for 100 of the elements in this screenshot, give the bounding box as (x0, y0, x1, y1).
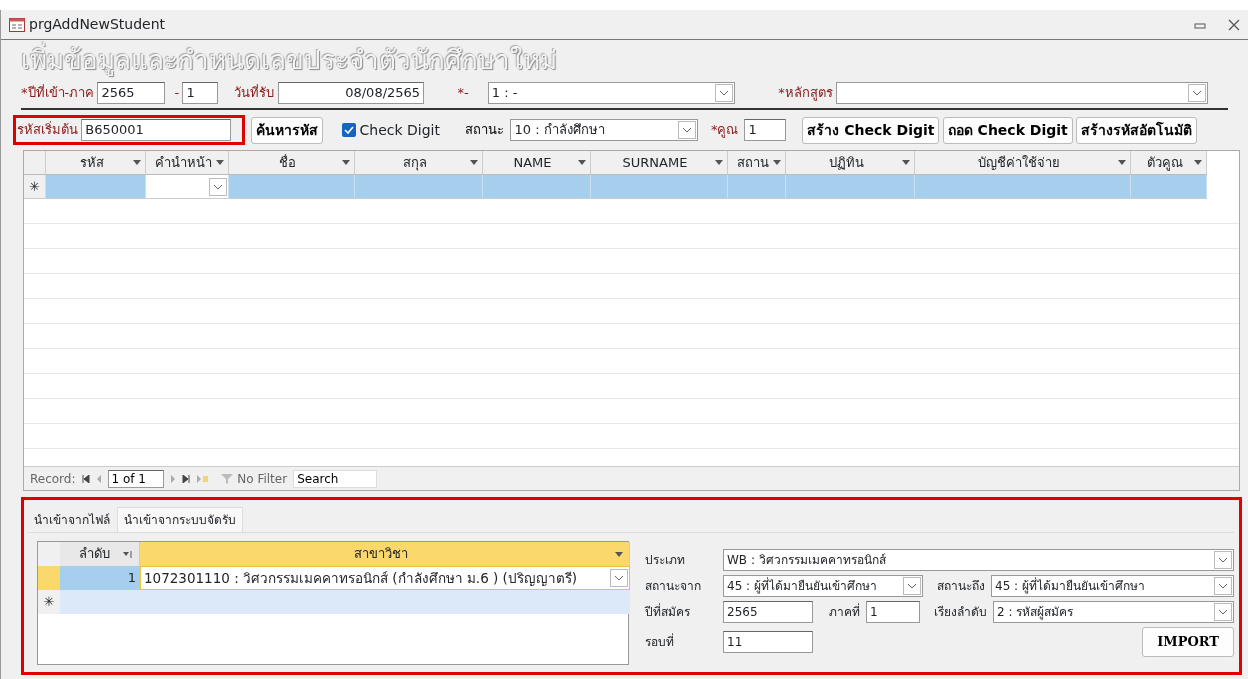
table-cell: 1 (60, 566, 140, 590)
column-header[interactable]: สาขาวิชา (140, 542, 630, 566)
term-field[interactable]: 1 (866, 601, 920, 623)
field-label: สถานะจาก (645, 578, 702, 595)
combo-value: 10 : กำลังศึกษา (514, 121, 605, 140)
dropdown-button[interactable] (610, 569, 628, 587)
column-header[interactable]: คำนำหน้า (146, 151, 229, 175)
round-field[interactable]: 11 (723, 630, 813, 653)
first-record-icon (81, 474, 90, 483)
status-from-combo[interactable]: 45 : ผู้ที่ได้มายืนยันเข้าศึกษา (723, 575, 923, 597)
checkbox[interactable] (342, 123, 357, 137)
sort-arrow-icon (342, 160, 350, 165)
combo-value: 45 : ผู้ที่ได้มายืนยันเข้าศึกษา (727, 577, 877, 595)
new-row-marker: ✳ (24, 175, 46, 199)
major-combo[interactable]: 1072301110 : วิศวกรรมเมคคาทรอนิกส์ (กำลังศึกษา ม.6 ) (ปริญญาตรี) (140, 566, 630, 590)
column-header[interactable]: รหัส (46, 151, 146, 175)
sort-arrow-icon (1118, 160, 1126, 165)
column-header[interactable]: สกุล (355, 151, 483, 175)
column-header[interactable]: ปฏิทิน (786, 151, 915, 175)
caret-icon (1218, 609, 1228, 615)
combo-value: 1 : - (491, 84, 518, 103)
field-label: *- (457, 84, 469, 103)
status-to-combo[interactable]: 45 : ผู้ที่ได้มายืนยันเข้าศึกษา (991, 575, 1234, 597)
dropdown-button[interactable] (1214, 603, 1232, 621)
sort-arrow-icon (1194, 160, 1202, 165)
header-label: สกุล (401, 153, 428, 173)
multiplier-field[interactable]: 1 (744, 119, 787, 141)
search-code-button[interactable]: ค้นหารหัส (251, 116, 324, 144)
tab[interactable]: นำเข้าจากระบบจัดรับ (117, 507, 243, 532)
header-label: ตัวคูณ (1145, 153, 1184, 173)
column-header[interactable]: SURNAME (591, 151, 728, 175)
field-label: เรียงลำดับ (934, 604, 987, 621)
field-label: ประเภท (645, 552, 686, 569)
sort-arrow-icon (133, 160, 141, 165)
field-label: ภาคที่ (829, 603, 860, 621)
term-field[interactable]: 1 (182, 82, 219, 104)
year-field[interactable]: 2565 (723, 601, 813, 623)
record-position-field[interactable]: 1 of 1 (107, 469, 164, 488)
field-label: ปีที่สมัคร (645, 603, 691, 621)
caret-icon (1192, 90, 1202, 96)
dropdown-button[interactable] (715, 84, 734, 102)
column-header[interactable]: ลำดับ (60, 542, 140, 566)
close-icon[interactable] (1228, 18, 1240, 31)
sort-arrow-icon (470, 160, 478, 165)
row-selector-header (38, 542, 60, 566)
field-label: *ปีที่เข้า-ภาค (21, 83, 95, 103)
column-header[interactable]: NAME (483, 151, 591, 175)
dropdown-button[interactable] (678, 121, 697, 139)
year-field[interactable]: 2565 (97, 82, 165, 104)
header-label: คำนำหน้า (153, 153, 213, 172)
curriculum-combo[interactable] (836, 82, 1208, 104)
window-title: prgAddNewStudent (29, 15, 166, 34)
action-button[interactable]: สร้าง Check Digit (802, 116, 940, 144)
field-label: สถานะถึง (937, 578, 985, 595)
import-button[interactable]: IMPORT (1142, 627, 1234, 657)
caret-icon (213, 183, 223, 190)
column-header[interactable]: สถาน (728, 151, 786, 175)
record-selector (38, 566, 60, 590)
header-label: รหัส (78, 153, 105, 172)
combo-value: 45 : ผู้ที่ได้มายืนยันเข้าศึกษา (995, 577, 1145, 595)
tab[interactable]: นำเข้าจากไฟล์ (27, 507, 117, 532)
field-label: สถานะ (465, 121, 505, 140)
dropdown-button[interactable] (1214, 577, 1232, 595)
combo-value: 1072301110 : วิศวกรรมเมคคาทรอนิกส์ (กำลังศึกษา ม.6 ) (ปริญญาตรี) (144, 568, 578, 588)
status-combo[interactable]: 10 : กำลังศึกษา (510, 119, 699, 141)
type-combo[interactable]: WB : วิศวกรรมเมคคาทรอนิกส์ (723, 549, 1234, 571)
field-label: รหัสเริ่มต้น (17, 120, 78, 140)
no-filter-button[interactable]: No Filter (220, 469, 288, 488)
caret-icon (719, 90, 730, 96)
start-code-field[interactable]: B650001 (81, 119, 232, 141)
column-header[interactable]: บัญชีค่าใช้จ่าย (915, 151, 1131, 175)
form-heading: เพิ่มข้อมูลและกำหนดเลขประจำตัวนักศึกษาใหม่ (1, 40, 1248, 80)
round-combo[interactable]: 1 : - (487, 82, 736, 104)
check-digit-checkbox[interactable]: Check Digit (342, 119, 440, 141)
column-header[interactable]: ชื่อ (229, 151, 355, 175)
action-button[interactable]: สร้างรหัสอัตโนมัติ (1076, 116, 1197, 144)
new-row-marker: ✳ (38, 590, 60, 614)
action-button[interactable]: ถอด Check Digit (942, 116, 1073, 144)
sort-arrow-icon (615, 551, 623, 557)
header-label: ปฏิทิน (827, 153, 865, 172)
row-selector-header (24, 151, 46, 175)
dropdown-button[interactable] (903, 577, 921, 595)
caret-icon (682, 127, 693, 133)
search-field[interactable]: Search (293, 469, 378, 488)
date-field[interactable]: 08/08/2565 (277, 82, 425, 104)
header-label: ชื่อ (278, 153, 297, 172)
field-label: รอบที่ (645, 632, 675, 651)
record-label: Record: (30, 470, 76, 488)
table-cell (728, 175, 786, 199)
dropdown-button[interactable] (1188, 84, 1206, 102)
last-record-icon (181, 474, 190, 483)
dropdown-button[interactable] (209, 177, 227, 196)
dropdown-button[interactable] (1214, 551, 1232, 569)
order-combo[interactable]: 2 : รหัสผู้สมัคร (993, 601, 1234, 623)
header-label: NAME (512, 153, 553, 172)
column-header[interactable]: ตัวคูณ (1131, 151, 1207, 175)
sort-arrow-icon (715, 160, 723, 165)
previous-record-icon (95, 474, 102, 483)
sort-arrow-icon (773, 160, 781, 165)
field-label: วันที่รับ (234, 83, 275, 103)
